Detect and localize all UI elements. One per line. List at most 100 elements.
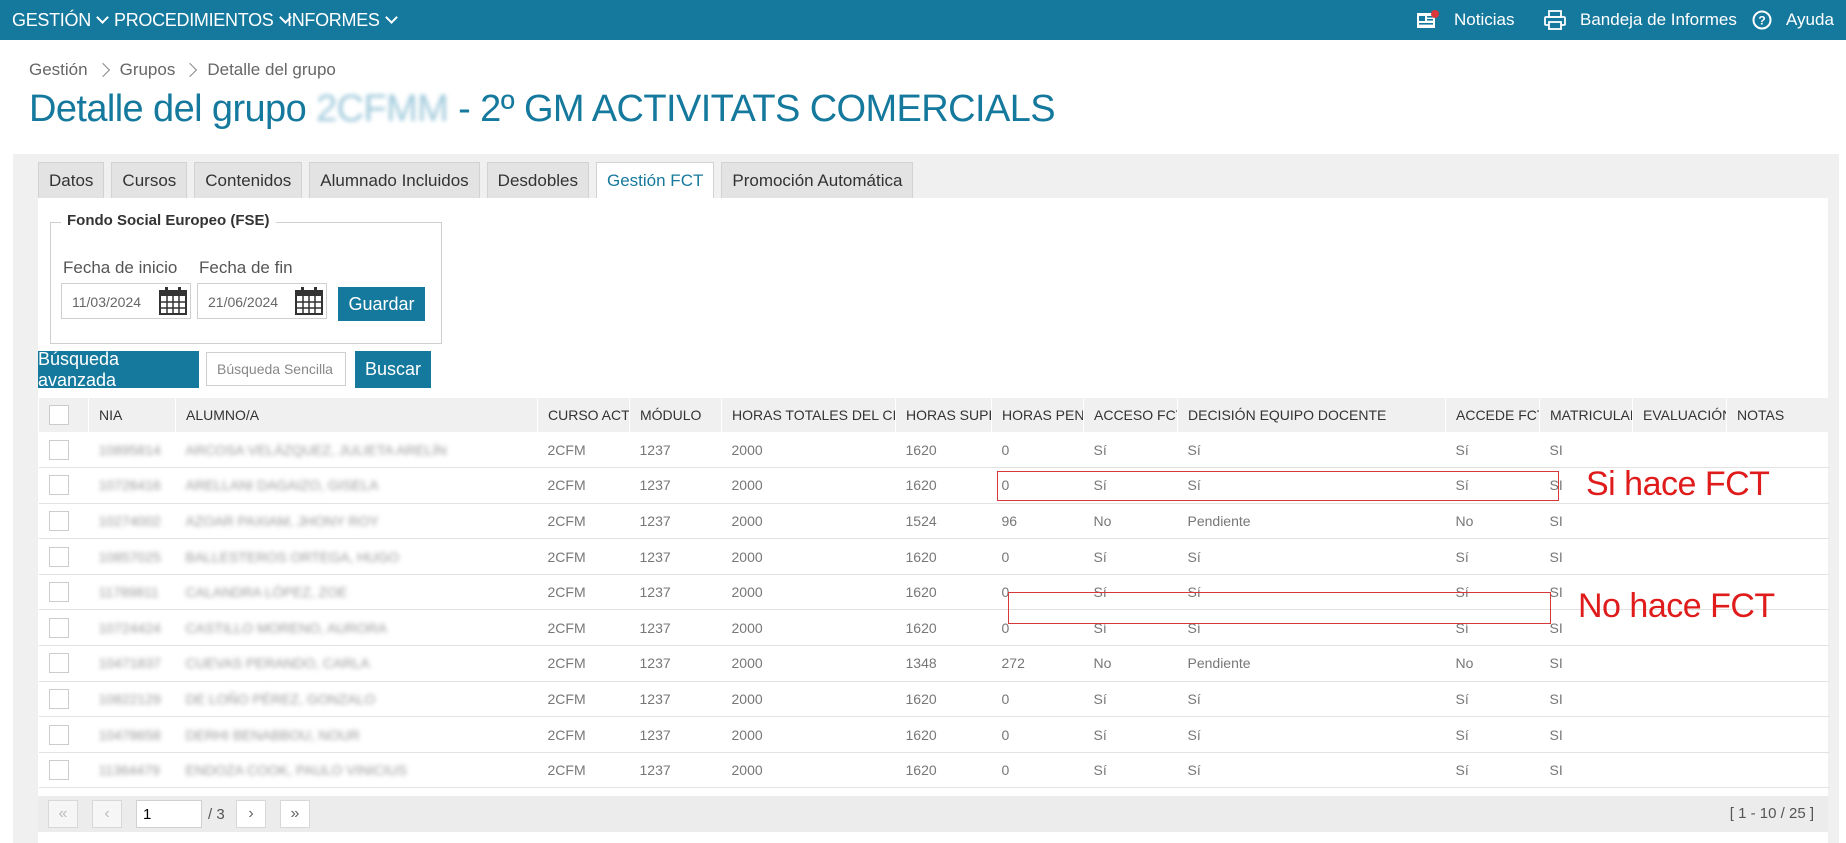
- table-row[interactable]: 10274002 AZOAR PAXIAM, JHONY ROY 2CFM 1237 2…: [38, 503, 1829, 539]
- header-horas-totales[interactable]: HORAS TOTALES DEL CICLO: [721, 398, 896, 432]
- horas-pendientes-value: 0: [1001, 441, 1010, 458]
- calendar-icon[interactable]: [158, 286, 188, 319]
- cell-horas-pendientes: 272: [992, 646, 1084, 682]
- cell-accede-fct: Sí: [1446, 539, 1540, 575]
- cell-evaluacion: [1633, 503, 1727, 539]
- horas-totales-value: 2000: [731, 512, 763, 529]
- table-row[interactable]: 10478658 DERHI BENABBOU, NOUR 2CFM 1237 2000…: [38, 717, 1829, 753]
- row-select-cell: [39, 717, 89, 753]
- simple-search-input[interactable]: [206, 352, 346, 386]
- tab-alumnado-incluidos[interactable]: Alumnado Incluidos: [309, 162, 480, 198]
- chevron-down-icon: [96, 10, 109, 24]
- header-decision-equipo[interactable]: DECISIÓN EQUIPO DOCENTE: [1177, 398, 1446, 432]
- row-checkbox[interactable]: [48, 582, 69, 603]
- table-row[interactable]: 10895814 ARCOSA VELÁZQUEZ, JULIETA ARELÍN…: [38, 432, 1829, 468]
- advanced-search-button[interactable]: Búsqueda avanzada: [38, 349, 199, 390]
- row-checkbox[interactable]: [48, 653, 69, 674]
- tab-desdobles[interactable]: Desdobles: [486, 162, 589, 198]
- help-icon: ?: [1752, 10, 1772, 30]
- chevron-right-icon: [183, 62, 198, 78]
- tab-cursos[interactable]: Cursos: [111, 162, 188, 198]
- calendar-icon[interactable]: [294, 286, 324, 319]
- cell-curso-actual: 2CFM: [538, 646, 630, 682]
- header-alumno[interactable]: ALUMNO/A: [175, 398, 538, 432]
- tab-gestion-fct[interactable]: Gestión FCT: [596, 162, 715, 199]
- row-checkbox[interactable]: [48, 617, 69, 638]
- alumno-value: DE LOÑO PÉREZ, GONZALO: [185, 690, 376, 707]
- row-checkbox[interactable]: [48, 688, 69, 709]
- table-row[interactable]: 10724424 CASTILLO MORENO, AURORA 2CFM 1237 2…: [38, 610, 1829, 646]
- tab-promocion-automatica[interactable]: Promoción Automática: [721, 162, 914, 198]
- cell-curso-actual: 2CFM: [538, 717, 630, 753]
- table-row[interactable]: 10726416 ARELLANI DAGAIZO, GISELA 2CFM 1237…: [38, 468, 1829, 504]
- acceso-fct-value: Sí: [1093, 762, 1107, 779]
- menu-gestion[interactable]: GESTIÓN: [12, 0, 109, 40]
- page-title-group-code: 2CFMM: [316, 88, 449, 130]
- row-checkbox[interactable]: [48, 724, 69, 745]
- menu-informes-label: INFORMES: [287, 9, 380, 30]
- table-row[interactable]: 11364479 ENDOZA COOK, PAULO VINICIUS 2CFM 1…: [38, 752, 1829, 788]
- cell-modulo: 1237: [630, 681, 722, 717]
- table-row[interactable]: 11789811 CALANDRA LÓPEZ, ZOE 2CFM 1237 2000 1…: [38, 574, 1829, 610]
- ayuda-link[interactable]: ? Ayuda: [1752, 0, 1834, 40]
- header-evaluacion[interactable]: EVALUACIÓN: [1632, 398, 1727, 432]
- bandeja-informes-link[interactable]: Bandeja de Informes: [1544, 0, 1737, 40]
- horas-totales-value: 2000: [731, 655, 763, 672]
- header-horas-superadas[interactable]: HORAS SUPERADAS: [895, 398, 992, 432]
- horas-totales-value: 2000: [731, 477, 763, 494]
- page-number-input[interactable]: [136, 800, 202, 828]
- horas-superadas-value: 1524: [905, 512, 937, 529]
- start-date-field[interactable]: 11/03/2024: [61, 283, 191, 319]
- row-checkbox[interactable]: [48, 510, 69, 531]
- end-date-field[interactable]: 21/06/2024: [197, 283, 327, 319]
- table-row[interactable]: 10822129 DE LOÑO PÉREZ, GONZALO 2CFM 1237 20…: [38, 681, 1829, 717]
- decision-equipo-value: Sí: [1187, 441, 1201, 458]
- header-select-all: [38, 398, 89, 432]
- cell-modulo: 1237: [630, 610, 722, 646]
- breadcrumb-grupos[interactable]: Grupos: [120, 60, 176, 80]
- cell-notas: [1727, 539, 1829, 575]
- row-select-cell: [39, 503, 89, 539]
- row-checkbox[interactable]: [48, 439, 69, 460]
- guardar-button[interactable]: Guardar: [338, 287, 425, 321]
- cell-matriculado: SI: [1540, 681, 1633, 717]
- horas-pendientes-value: 272: [1001, 655, 1025, 672]
- cell-notas: [1727, 717, 1829, 753]
- horas-superadas-value: 1620: [905, 762, 937, 779]
- acceso-fct-value: Sí: [1093, 726, 1107, 743]
- row-checkbox[interactable]: [48, 760, 69, 781]
- next-page-button[interactable]: ›: [236, 800, 266, 828]
- row-checkbox[interactable]: [48, 475, 69, 496]
- cell-notas: [1727, 646, 1829, 682]
- buscar-button[interactable]: Buscar: [355, 351, 431, 388]
- cell-modulo: 1237: [630, 752, 722, 788]
- row-checkbox[interactable]: [48, 546, 69, 567]
- tab-contenidos[interactable]: Contenidos: [194, 162, 303, 198]
- first-page-button[interactable]: «: [48, 800, 78, 828]
- breadcrumb-gestion[interactable]: Gestión: [29, 60, 88, 80]
- cell-horas-totales: 2000: [722, 539, 896, 575]
- row-select-cell: [39, 646, 89, 682]
- header-accede-fct[interactable]: ACCEDE FCT: [1445, 398, 1540, 432]
- prev-page-button[interactable]: ‹: [92, 800, 122, 828]
- header-modulo[interactable]: MÓDULO: [629, 398, 722, 432]
- table-row[interactable]: 10471837 CUEVAS PERANDO, CARLA 2CFM 1237 200…: [38, 646, 1829, 682]
- header-curso-actual[interactable]: CURSO ACTUAL: [537, 398, 630, 432]
- noticias-link[interactable]: Noticias: [1416, 0, 1514, 40]
- horas-totales-value: 2000: [731, 584, 763, 601]
- table-row[interactable]: 10857025 BALLESTEROS ORTEGA, HUGO 2CFM 1237…: [38, 539, 1829, 575]
- header-horas-pendientes[interactable]: HORAS PENDIENTES: [991, 398, 1084, 432]
- select-all-checkbox[interactable]: [49, 405, 69, 425]
- last-page-button[interactable]: »: [280, 800, 310, 828]
- horas-totales-value: 2000: [731, 762, 763, 779]
- cell-alumno: CASTILLO MORENO, AURORA: [176, 610, 538, 646]
- menu-informes[interactable]: INFORMES: [287, 0, 398, 40]
- header-matriculado[interactable]: MATRICULADO: [1539, 398, 1633, 432]
- menu-procedimientos[interactable]: PROCEDIMIENTOS: [114, 0, 292, 40]
- header-acceso-fct[interactable]: ACCESO FCT: [1083, 398, 1178, 432]
- tab-datos[interactable]: Datos: [38, 162, 105, 198]
- accede-fct-value: No: [1455, 512, 1474, 529]
- header-nia[interactable]: NIA: [88, 398, 176, 432]
- alumno-value: CUEVAS PERANDO, CARLA: [185, 655, 370, 672]
- header-notas[interactable]: NOTAS: [1726, 398, 1829, 432]
